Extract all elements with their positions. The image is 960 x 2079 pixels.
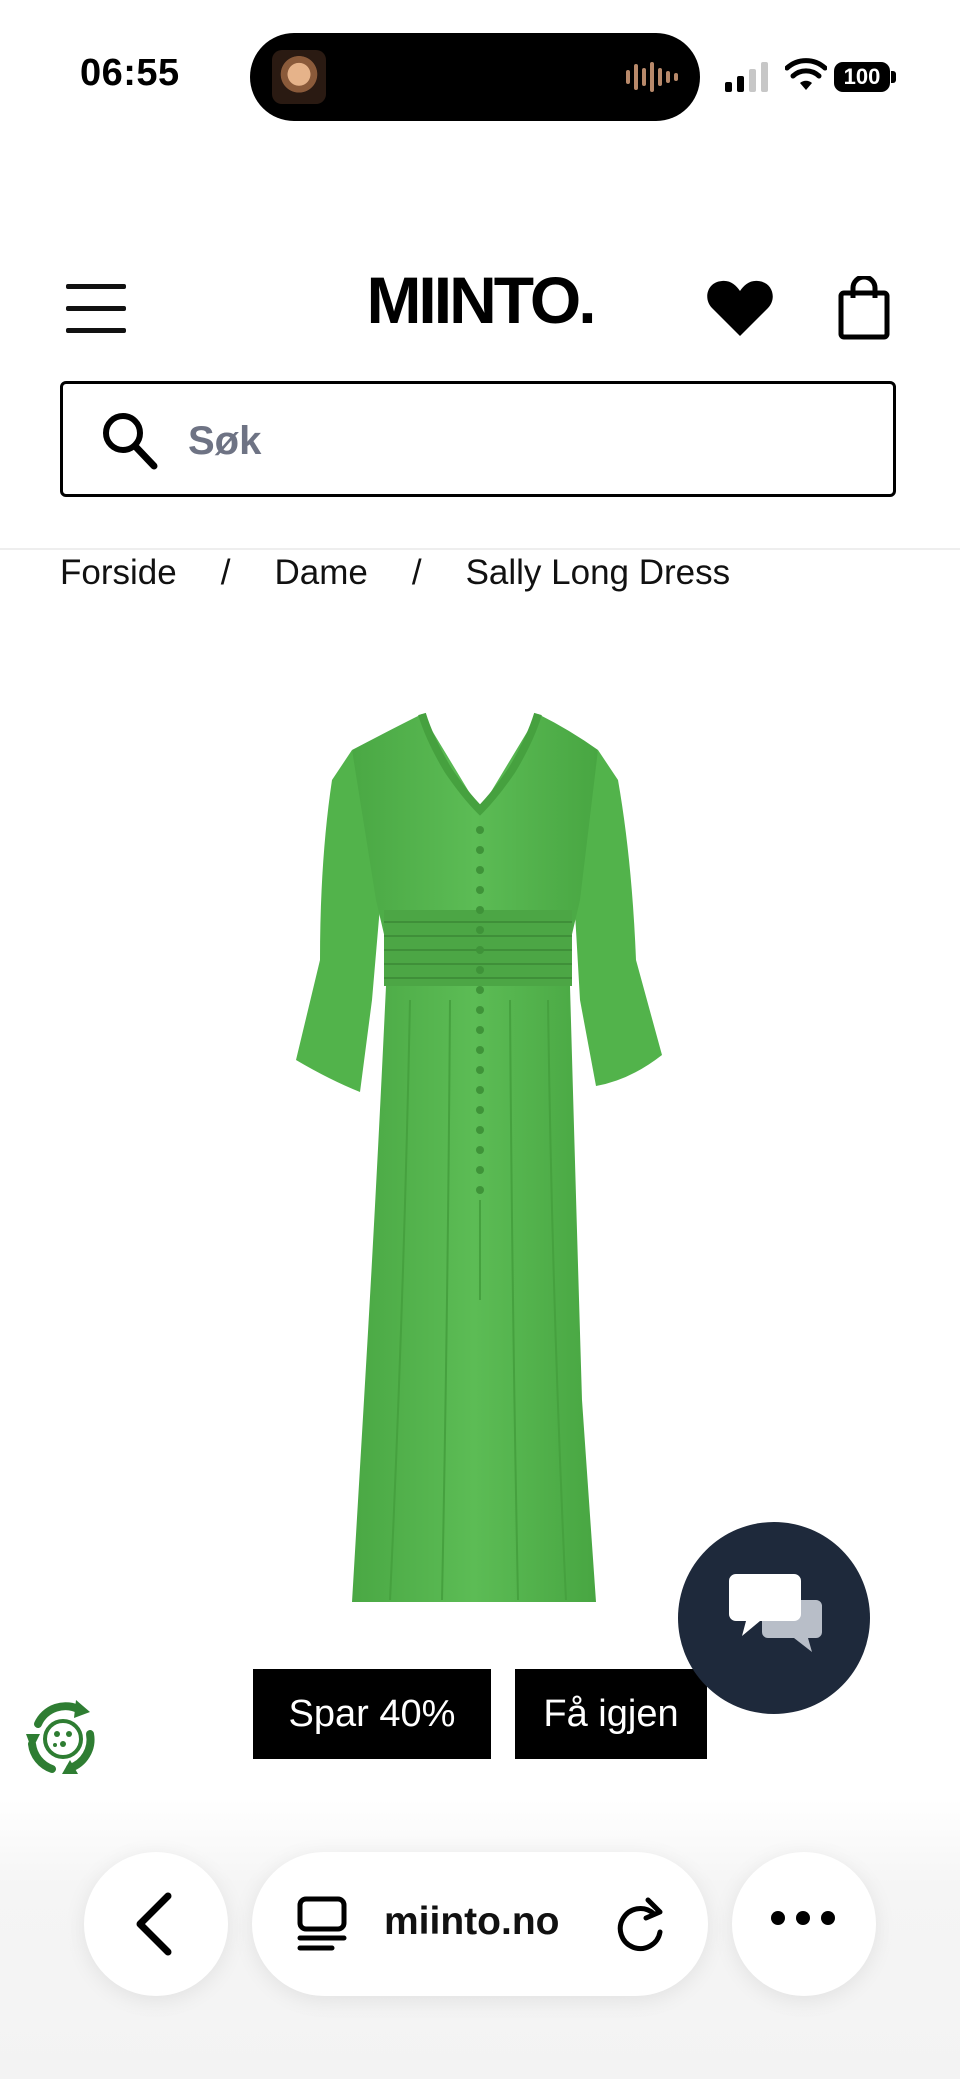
now-playing-artwork: [272, 50, 326, 104]
search-input[interactable]: [186, 408, 870, 474]
product-image[interactable]: [280, 700, 680, 1620]
discount-badge: Spar 40%: [253, 1669, 491, 1759]
cellular-signal-icon: [725, 62, 768, 92]
battery-icon: 100: [834, 62, 890, 92]
wifi-icon: [785, 58, 827, 90]
breadcrumb-link-home[interactable]: Forside: [60, 553, 177, 593]
chat-button[interactable]: [678, 1522, 870, 1714]
menu-icon-bar: [66, 306, 126, 311]
url-text: miinto.no: [384, 1900, 560, 1943]
breadcrumb-current: Sally Long Dress: [465, 553, 731, 592]
reload-icon[interactable]: [614, 1894, 668, 1954]
search-icon: [103, 413, 158, 470]
cashback-badge: Få igjen: [515, 1669, 707, 1759]
status-time: 06:55: [80, 52, 180, 94]
breadcrumb: Forside / Dame / Sally Long Dress: [60, 548, 730, 598]
shopping-bag-icon[interactable]: [838, 276, 890, 340]
audio-wave-icon: [626, 62, 678, 92]
menu-icon-bar: [66, 328, 126, 333]
menu-button[interactable]: [66, 284, 126, 334]
breadcrumb-link-women[interactable]: Dame: [274, 553, 367, 593]
menu-icon-bar: [66, 284, 126, 289]
recycle-eco-icon[interactable]: [18, 1694, 108, 1784]
more-dots-icon: [771, 1911, 835, 1925]
breadcrumb-separator: /: [411, 553, 422, 592]
site-logo[interactable]: MIINTO.: [300, 262, 660, 338]
battery-tip: [891, 71, 896, 83]
page-menu-icon[interactable]: [296, 1896, 348, 1952]
wishlist-heart-icon[interactable]: [706, 278, 774, 338]
back-chevron-icon: [136, 1892, 172, 1956]
breadcrumb-separator: /: [220, 553, 231, 592]
